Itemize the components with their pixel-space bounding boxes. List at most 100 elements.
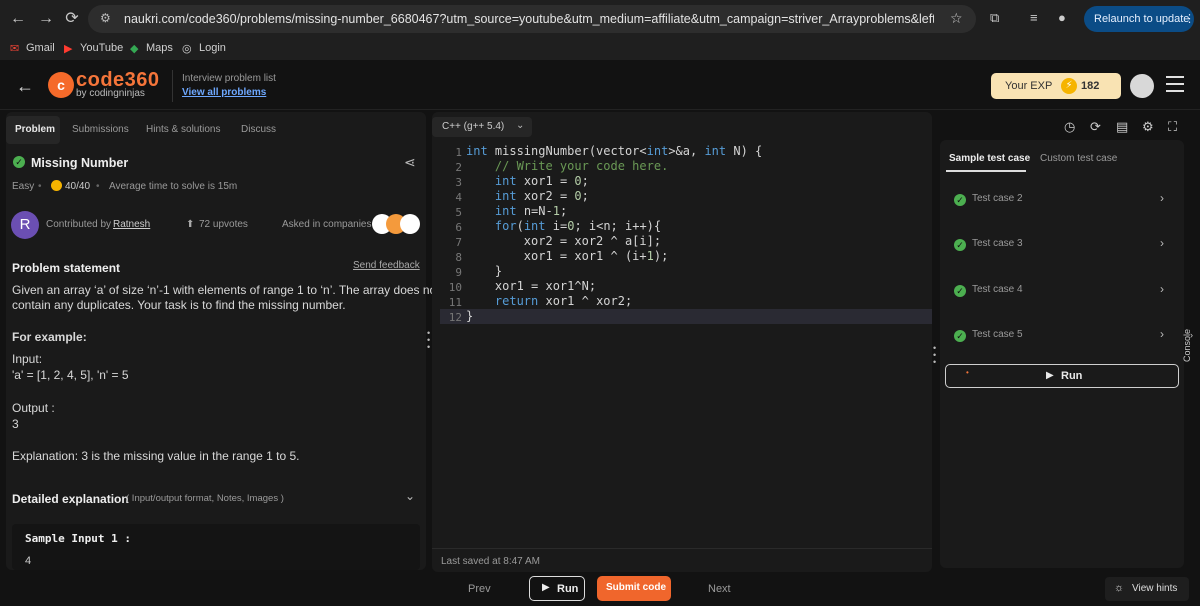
lightning-icon: ⚡ <box>1061 78 1077 94</box>
code-line-1: int missingNumber(vector<int>&a, int N) … <box>466 144 763 158</box>
sample-input-value: 4 <box>25 555 32 567</box>
code-line-5: int n=N-1; <box>494 204 568 218</box>
chevron-down-icon[interactable]: ⌄ <box>405 489 415 503</box>
check-icon: ✓ <box>954 285 966 297</box>
play-icon: ▶ <box>542 582 550 593</box>
bookmark-maps[interactable]: Maps <box>146 42 173 54</box>
contributor-link[interactable]: Ratnesh <box>113 219 150 230</box>
bookmark-gmail[interactable]: Gmail <box>26 42 55 54</box>
detailed-explanation-title[interactable]: Detailed explanation <box>12 492 129 506</box>
upvotes-count: 72 upvotes <box>199 219 248 230</box>
status-dot-icon: • <box>966 368 969 377</box>
active-tab-underline <box>946 170 1026 172</box>
problem-title: Missing Number <box>31 156 129 170</box>
test-case-label: Test case 3 <box>972 238 1023 249</box>
bookmark-login[interactable]: Login <box>199 42 226 54</box>
difficulty-label: Easy <box>12 181 35 192</box>
console-toggle[interactable]: Console <box>1182 329 1192 362</box>
test-case-row[interactable]: ✓ Test case 3 › <box>948 236 1176 256</box>
line-number: 6 <box>455 221 462 234</box>
fullscreen-icon[interactable]: ⛶ <box>1168 119 1177 135</box>
view-all-problems-link[interactable]: View all problems <box>182 87 266 98</box>
view-hints-button[interactable]: ☼ View hints <box>1105 577 1189 601</box>
bookmarks-bar: ✉ Gmail ▶ YouTube ◆ Maps ◎ Login <box>0 38 1200 60</box>
address-bar[interactable]: ⚙ naukri.com/code360/problems/missing-nu… <box>88 5 976 33</box>
line-number: 5 <box>455 206 462 219</box>
line-number: 10 <box>448 281 462 294</box>
submit-code-button[interactable]: Submit code <box>597 576 671 601</box>
code-editor[interactable]: 1 2 3 4 5 6 7 8 9 10 11 12 int missingNu… <box>432 144 932 544</box>
star-icon[interactable]: ☆ <box>950 10 963 27</box>
chevron-right-icon: › <box>1160 327 1164 341</box>
chevron-right-icon: › <box>1160 236 1164 250</box>
run-button[interactable]: ▶ Run <box>529 576 585 601</box>
statement-line-2: contain any duplicates. Your task is to … <box>12 298 346 312</box>
input-label: Input: <box>12 352 43 366</box>
browser-toolbar: ← → ⟳ ⚙ naukri.com/code360/problems/miss… <box>0 0 1200 38</box>
test-case-row[interactable]: ✓ Test case 4 › <box>948 282 1176 302</box>
language-select[interactable]: C++ (g++ 5.4) ⌄ <box>432 117 532 137</box>
tab-problem[interactable]: Problem <box>15 124 55 135</box>
reset-icon[interactable]: ⟳ <box>1090 119 1101 135</box>
code-line-11: return xor1 ^ xor2; <box>494 294 633 308</box>
extensions-icon[interactable]: ⧉ <box>990 10 999 26</box>
tab-sample-test-case[interactable]: Sample test case <box>949 153 1030 164</box>
tab-submissions[interactable]: Submissions <box>72 124 129 135</box>
exp-badge[interactable]: Your EXP ⚡ 182 <box>991 73 1121 99</box>
back-icon[interactable]: ← <box>8 9 28 29</box>
share-icon[interactable]: ⋖ <box>404 154 416 171</box>
score-value: 40/40 <box>65 181 91 192</box>
layout-icon[interactable]: ▤ <box>1116 119 1128 135</box>
site-settings-icon[interactable]: ⚙ <box>100 11 111 25</box>
interview-problem-list: Interview problem list View all problems <box>172 70 284 102</box>
profile-icon[interactable]: ● <box>1058 10 1066 25</box>
logo-icon[interactable]: c <box>48 72 74 98</box>
avg-time: Average time to solve is 15m <box>109 181 238 192</box>
line-number: 4 <box>455 191 462 204</box>
hamburger-menu-icon[interactable] <box>1166 76 1184 92</box>
line-number: 9 <box>455 266 462 279</box>
exp-label: Your EXP <box>1005 80 1053 92</box>
media-icon[interactable]: ≡ <box>1030 10 1038 25</box>
more-icon[interactable]: ⋮ <box>1184 6 1195 32</box>
forward-icon[interactable]: → <box>36 9 56 29</box>
settings-icon[interactable]: ⚙ <box>1142 119 1154 135</box>
relaunch-button[interactable]: Relaunch to update ⋮ <box>1084 6 1195 32</box>
splitter-left[interactable]: • • • <box>427 329 430 352</box>
test-case-label: Test case 4 <box>972 284 1023 295</box>
contributed-by-label: Contributed by <box>46 219 112 230</box>
view-hints-label: View hints <box>1132 583 1178 594</box>
relaunch-label: Relaunch to update <box>1094 13 1190 25</box>
test-case-row[interactable]: ✓ Test case 5 › <box>948 327 1176 347</box>
code-line-2: // Write your code here. <box>494 159 669 173</box>
timer-icon[interactable]: ◷ <box>1064 119 1075 135</box>
run-label: Run <box>1061 370 1083 382</box>
last-saved: Last saved at 8:47 AM <box>441 556 540 567</box>
tab-custom-test-case[interactable]: Custom test case <box>1040 153 1117 164</box>
back-arrow-icon[interactable]: ← <box>16 76 34 97</box>
test-case-row[interactable]: ✓ Test case 2 › <box>948 191 1176 211</box>
user-avatar[interactable] <box>1130 74 1154 98</box>
prev-button[interactable]: Prev <box>468 583 491 595</box>
code-line-8: xor1 = xor1 ^ (i+1); <box>466 249 669 263</box>
exp-value: 182 <box>1081 80 1100 92</box>
code-line-12: } <box>466 309 474 323</box>
tab-hints[interactable]: Hints & solutions <box>146 124 220 135</box>
send-feedback-link[interactable]: Send feedback <box>353 260 420 271</box>
chevron-right-icon: › <box>1160 282 1164 296</box>
output-value: 3 <box>12 417 19 431</box>
reload-icon[interactable]: ⟳ <box>62 9 82 29</box>
contributor-avatar: R <box>11 211 39 239</box>
statement-line-1: Given an array ‘a’ of size ‘n’-1 with el… <box>12 283 440 297</box>
code-line-6: for(int i=0; i<n; i++){ <box>494 219 662 233</box>
run-button-panel[interactable]: • ▶ Run <box>945 364 1179 388</box>
upvote-icon[interactable]: ⬆ <box>186 219 194 230</box>
interview-title: Interview problem list <box>182 73 276 84</box>
splitter-right[interactable]: • • • <box>933 344 936 367</box>
tab-discuss[interactable]: Discuss <box>241 124 276 135</box>
asked-in-label: Asked in companies <box>282 219 372 230</box>
statement-title: Problem statement <box>12 261 121 275</box>
line-number: 7 <box>455 236 462 249</box>
next-button[interactable]: Next <box>708 583 731 595</box>
bookmark-youtube[interactable]: YouTube <box>80 42 123 54</box>
